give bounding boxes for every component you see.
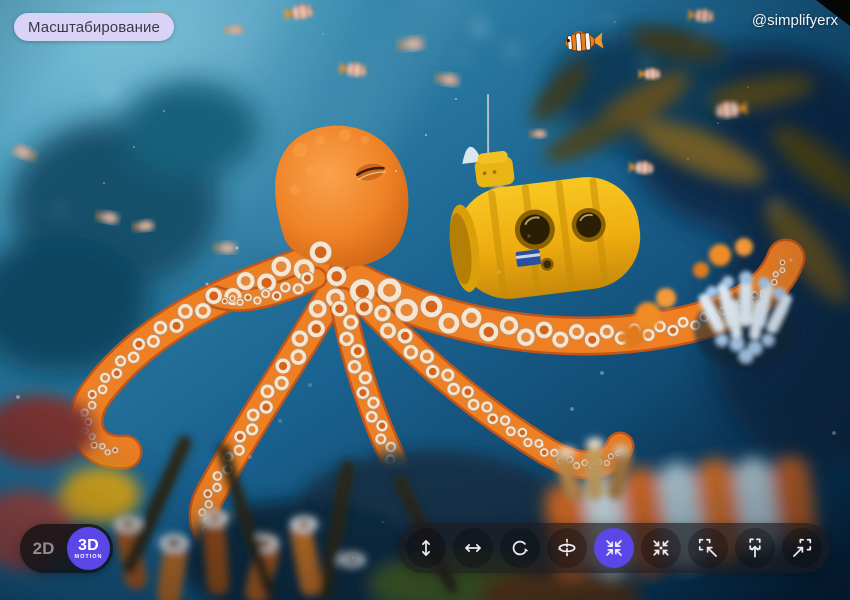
orbit-3d-icon [558,538,576,558]
arrows-horizontal-icon [465,544,481,552]
zoom-in-button[interactable] [594,528,634,568]
frame-arrow-up-left-icon [698,538,717,557]
zoom-out-button[interactable] [641,528,681,568]
arrows-compress-dot-icon [653,540,669,556]
camera-motion-toolbar [398,523,830,573]
video-canvas: Масштабирование @simplifyerx 2D 3D MOTION [0,0,850,600]
rotate-cw-icon [512,540,529,556]
rotate-button[interactable] [500,528,540,568]
pan-horizontal-button[interactable] [453,528,493,568]
crash-zoom-left-button[interactable] [688,528,728,568]
orbit-3d-button[interactable] [547,528,587,568]
watermark-handle: @simplifyerx [751,12,838,29]
pan-vertical-button[interactable] [406,528,446,568]
mode-2d-button[interactable]: 2D [20,539,67,559]
underwater-scene [0,0,850,600]
frame-arrow-up-icon [749,538,761,558]
tool-label-badge: Масштабирование [14,13,174,41]
crash-zoom-right-button[interactable] [782,528,822,568]
mode-3d-label: 3D [77,536,100,554]
arrows-vertical-icon [422,540,430,556]
mode-3d-button[interactable]: 3D MOTION [67,527,110,570]
vignette [0,0,850,600]
crash-zoom-up-button[interactable] [735,528,775,568]
mode-toggle[interactable]: 2D 3D MOTION [20,524,113,573]
frame-arrow-up-right-icon [793,538,812,557]
mode-3d-sublabel: MOTION [74,553,103,560]
arrows-compress-icon [606,540,622,556]
